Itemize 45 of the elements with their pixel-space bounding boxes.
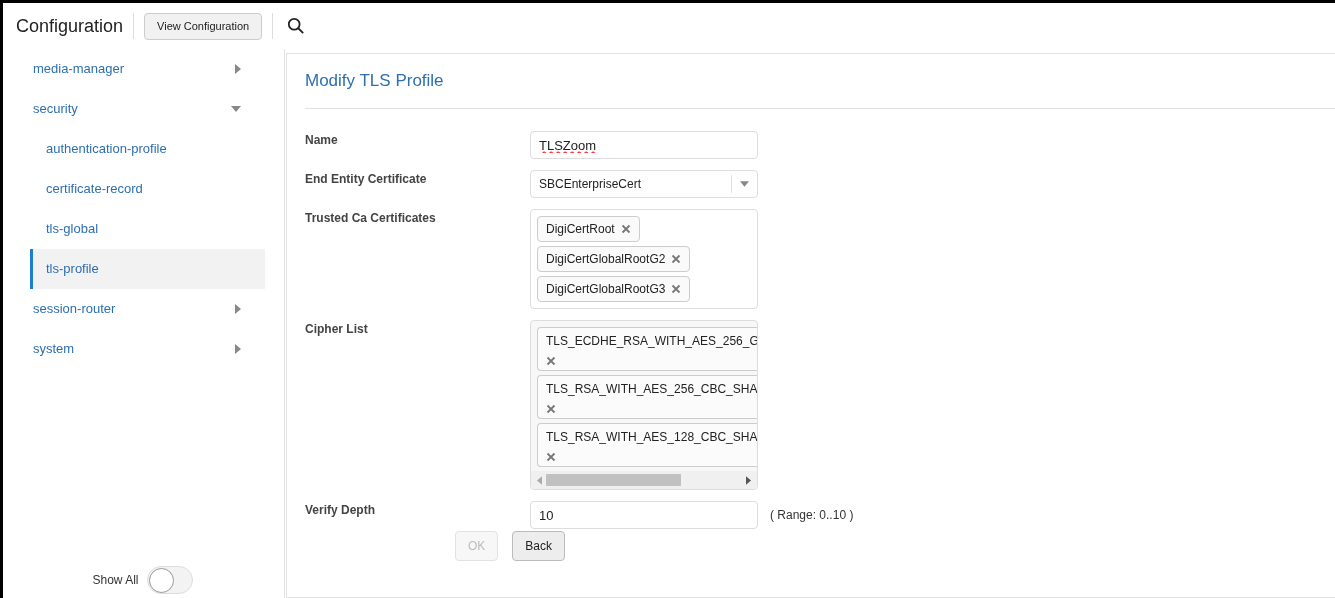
text-field[interactable]: TLSZoom bbox=[530, 131, 758, 159]
nav-item[interactable]: certificate-record bbox=[30, 169, 265, 209]
nav-item[interactable]: tls-global bbox=[30, 209, 265, 249]
field-label: Trusted Ca Certificates bbox=[305, 210, 437, 227]
field-label: Name bbox=[305, 132, 339, 149]
cipher-list-field[interactable]: TLS_ECDHE_RSA_WITH_AES_256_G TLS_RSA_WITH_AES_256_CBC_SHA TLS_RSA_WITH_AES_128_CBC_SHA bbox=[530, 320, 758, 490]
show-all-toggle[interactable] bbox=[146, 566, 193, 594]
nav-item[interactable]: session-router bbox=[30, 289, 265, 329]
caret-right-icon bbox=[235, 344, 241, 354]
nav-item[interactable]: security bbox=[30, 89, 265, 129]
horizontal-scrollbar[interactable] bbox=[531, 471, 757, 489]
remove-icon[interactable] bbox=[671, 284, 682, 294]
form-title: Modify TLS Profile bbox=[305, 70, 444, 93]
tag: DigiCertRoot bbox=[537, 216, 640, 242]
remove-icon[interactable] bbox=[546, 452, 556, 462]
form-button[interactable]: Back bbox=[512, 531, 566, 561]
field-label: End Entity Certificate bbox=[305, 171, 428, 188]
field-label: Verify Depth bbox=[305, 502, 377, 519]
tag: TLS_RSA_WITH_AES_256_CBC_SHA bbox=[537, 375, 757, 419]
field-label: Cipher List bbox=[305, 321, 369, 338]
caret-icon bbox=[740, 181, 749, 187]
remove-icon[interactable] bbox=[671, 254, 682, 264]
nav-item[interactable]: media-manager bbox=[30, 49, 265, 89]
page-title: Configuration bbox=[16, 14, 124, 38]
text-field[interactable]: 10 bbox=[530, 501, 758, 529]
caret-right-icon bbox=[235, 64, 241, 74]
nav-item[interactable]: tls-profile bbox=[30, 249, 265, 289]
remove-icon[interactable] bbox=[620, 224, 631, 234]
tag: DigiCertGlobalRootG2 bbox=[537, 246, 691, 272]
show-all-label: Show All bbox=[92, 572, 139, 589]
caret-right-icon bbox=[235, 304, 241, 314]
tags-field[interactable]: DigiCertRoot DigiCertGlobalRootG2 DigiCertGlobalRootG3 bbox=[530, 209, 758, 309]
range-hint: ( Range: 0..10 ) bbox=[770, 507, 854, 524]
tag: DigiCertGlobalRootG3 bbox=[537, 276, 691, 302]
view-configuration-button[interactable]: View Configuration bbox=[144, 12, 263, 40]
caret-down-icon bbox=[231, 106, 241, 112]
remove-icon[interactable] bbox=[546, 356, 556, 366]
select-field[interactable]: SBCEnterpriseCert bbox=[530, 170, 758, 198]
remove-icon[interactable] bbox=[546, 404, 556, 414]
tag: TLS_RSA_WITH_AES_128_CBC_SHA bbox=[537, 423, 757, 467]
nav-item[interactable]: authentication-profile bbox=[30, 129, 265, 169]
search-icon[interactable] bbox=[287, 17, 306, 35]
tag: TLS_ECDHE_RSA_WITH_AES_256_G bbox=[537, 327, 757, 371]
nav-item[interactable]: system bbox=[30, 329, 265, 369]
scroll-right-icon[interactable] bbox=[746, 475, 751, 485]
